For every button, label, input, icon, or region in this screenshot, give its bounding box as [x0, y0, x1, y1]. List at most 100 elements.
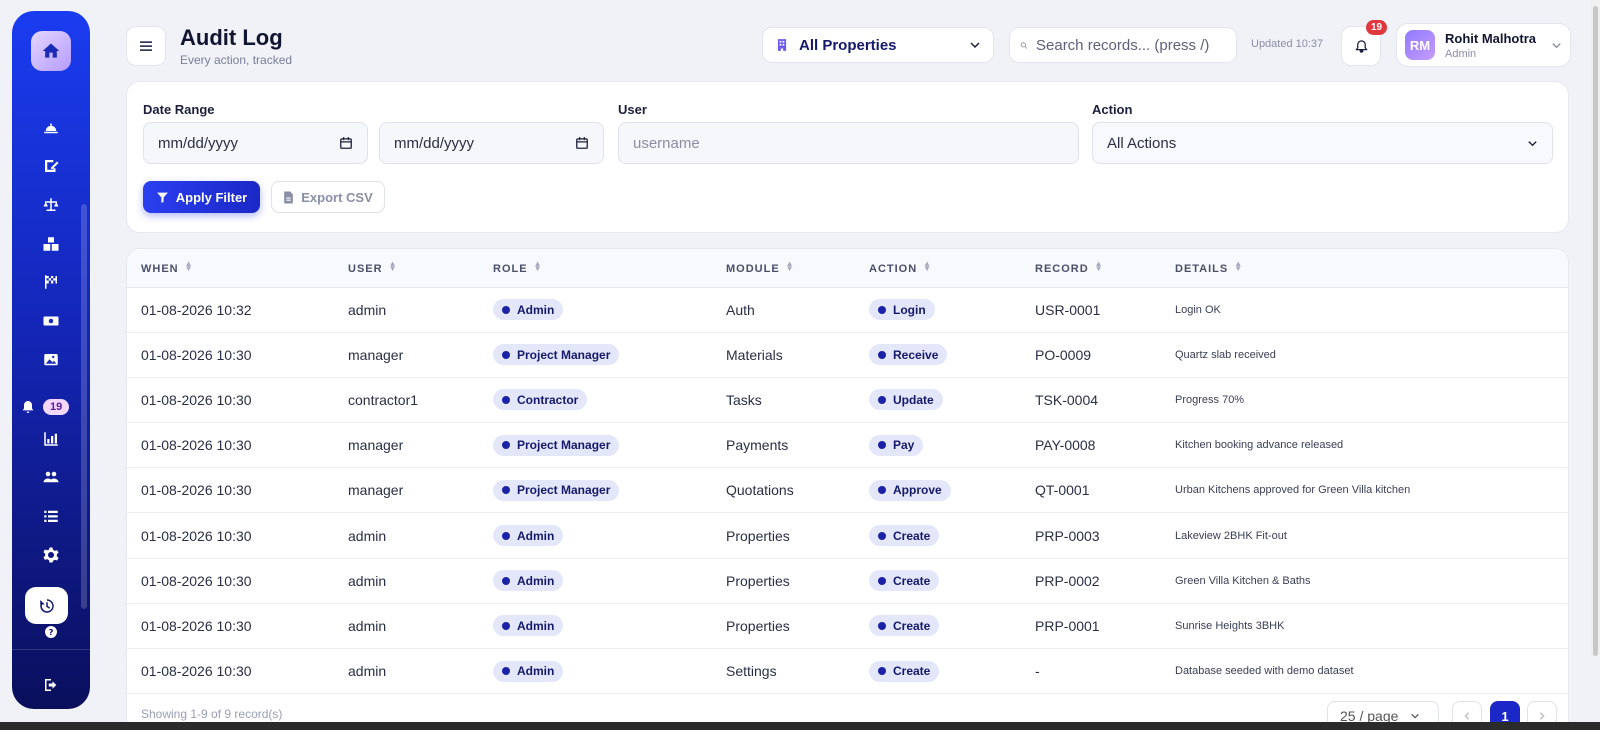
cell-record: TSK-0004 — [1035, 391, 1099, 408]
avatar: RM — [1405, 30, 1435, 60]
sidebar-scrollbar[interactable] — [81, 204, 87, 609]
date-from-input[interactable]: mm/dd/yyyy — [143, 122, 368, 164]
column-header-details[interactable]: DETAILS ▲ ▼ — [1161, 249, 1568, 288]
date-range-label: Date Range — [143, 102, 215, 117]
filter-panel: Date Range mm/dd/yyyy mm/dd/yyyy User us… — [126, 81, 1569, 233]
hamburger-icon — [140, 41, 152, 51]
list-icon[interactable] — [31, 502, 71, 530]
column-header-module[interactable]: MODULE ▲ ▼ — [712, 249, 855, 288]
gear-icon[interactable] — [31, 541, 71, 569]
column-header-action[interactable]: ACTION ▲ ▼ — [855, 249, 1021, 288]
cell-when: 01-08-2026 10:30 — [141, 437, 252, 454]
table-row[interactable]: 01-08-2026 10:30 admin Admin Settings Cr… — [127, 649, 1568, 694]
column-header-record[interactable]: RECORD ▲ ▼ — [1021, 249, 1161, 288]
search-input[interactable] — [1036, 36, 1226, 54]
page-subtitle: Every action, tracked — [180, 53, 293, 67]
cell-details: Login OK — [1175, 303, 1221, 316]
role-badge: Admin — [493, 299, 564, 321]
money-icon[interactable] — [31, 307, 71, 335]
property-selector-value: All Properties — [799, 36, 897, 54]
user-menu[interactable]: RM Rohit Malhotra Admin — [1396, 23, 1571, 67]
sidebar-item-notifications[interactable]: 19 — [20, 393, 84, 421]
table-header-row: WHEN ▲ ▼ USER ▲ ▼ ROLE ▲ ▼ MODULE ▲ ▼ ACTION ▲ ▼ R… — [127, 249, 1568, 288]
role-badge: Project Manager — [493, 344, 620, 366]
cell-module: Settings — [726, 663, 777, 680]
cell-record: PRP-0003 — [1035, 527, 1100, 544]
images-icon[interactable] — [31, 346, 71, 374]
column-header-when[interactable]: WHEN ▲ ▼ — [127, 249, 334, 288]
table-row[interactable]: 01-08-2026 10:30 admin Admin Properties … — [127, 513, 1568, 559]
table-row[interactable]: 01-08-2026 10:30 manager Project Manager… — [127, 332, 1568, 378]
action-badge: Login — [869, 299, 935, 321]
checkered-flag-icon[interactable] — [31, 268, 71, 296]
chevron-down-icon — [1411, 713, 1420, 719]
table-row[interactable]: 01-08-2026 10:30 admin Admin Properties … — [127, 558, 1568, 604]
edit-icon[interactable] — [31, 152, 71, 180]
action-badge: Pay — [869, 434, 924, 456]
page-title: Audit Log — [180, 25, 283, 50]
boxes-icon[interactable] — [31, 230, 71, 258]
sort-icon: ▲ ▼ — [388, 258, 398, 273]
role-badge: Admin — [493, 525, 564, 547]
cell-when: 01-08-2026 10:30 — [141, 572, 252, 589]
cell-details: Urban Kitchens approved for Green Villa … — [1175, 484, 1411, 497]
helmet-icon[interactable] — [31, 114, 71, 142]
action-badge: Approve — [869, 479, 951, 501]
cell-module: Quotations — [726, 482, 794, 499]
table-row[interactable]: 01-08-2026 10:30 manager Project Manager… — [127, 468, 1568, 513]
cell-user: admin — [348, 527, 387, 544]
bell-icon — [1354, 39, 1368, 53]
column-header-user[interactable]: USER ▲ ▼ — [334, 249, 479, 288]
table-row[interactable]: 01-08-2026 10:32 admin Admin Auth Login … — [127, 287, 1568, 333]
bell-icon — [22, 401, 34, 413]
search-box[interactable] — [1009, 27, 1237, 63]
cell-record: PRP-0001 — [1035, 617, 1100, 634]
table-row[interactable]: 01-08-2026 10:30 manager Project Manager… — [127, 423, 1568, 468]
user-role: Admin — [1445, 47, 1477, 60]
role-badge: Admin — [493, 615, 564, 637]
page-scrollbar-thumb[interactable] — [1593, 6, 1598, 656]
menu-toggle-button[interactable] — [126, 26, 166, 66]
column-header-role[interactable]: ROLE ▲ ▼ — [479, 249, 712, 288]
sort-icon: ▲ ▼ — [923, 258, 933, 273]
username-placeholder: username — [633, 134, 700, 152]
export-csv-button[interactable]: Export CSV — [271, 181, 385, 213]
table-row[interactable]: 01-08-2026 10:30 admin Admin Properties … — [127, 603, 1568, 649]
sidebar-divider — [12, 649, 90, 650]
role-badge: Admin — [493, 570, 564, 592]
cell-module: Properties — [726, 572, 790, 589]
sort-icon: ▲ ▼ — [1094, 258, 1104, 273]
cell-details: Kitchen booking advance released — [1175, 439, 1344, 452]
cell-when: 01-08-2026 10:30 — [141, 527, 252, 544]
svg-text:?: ? — [49, 627, 54, 637]
chevron-right-icon — [1539, 712, 1545, 720]
action-badge: Create — [869, 570, 940, 592]
users-icon[interactable] — [31, 463, 71, 491]
calendar-icon[interactable] — [339, 136, 353, 150]
building-icon — [777, 39, 787, 51]
cell-when: 01-08-2026 10:32 — [141, 301, 252, 318]
scale-icon[interactable] — [31, 191, 71, 219]
help-icon[interactable]: ? — [31, 618, 71, 646]
table-row[interactable]: 01-08-2026 10:30 contractor1 Contractor … — [127, 377, 1568, 423]
file-csv-icon — [284, 191, 294, 203]
chart-icon[interactable] — [31, 425, 71, 453]
username-input[interactable]: username — [618, 122, 1079, 164]
cell-when: 01-08-2026 10:30 — [141, 663, 252, 680]
role-badge: Project Manager — [493, 479, 620, 501]
calendar-icon[interactable] — [575, 136, 589, 150]
cell-record: PO-0009 — [1035, 346, 1092, 363]
home-icon[interactable] — [31, 31, 71, 71]
property-selector[interactable]: All Properties — [762, 27, 994, 63]
cell-when: 01-08-2026 10:30 — [141, 482, 252, 499]
date-to-input[interactable]: mm/dd/yyyy — [379, 122, 604, 164]
cell-details: Green Villa Kitchen & Baths — [1175, 574, 1311, 587]
cell-details: Lakeview 2BHK Fit-out — [1175, 529, 1287, 542]
logout-icon[interactable] — [31, 671, 71, 699]
search-icon — [1020, 41, 1028, 49]
apply-filter-button[interactable]: Apply Filter — [143, 181, 260, 213]
notification-badge: 19 — [43, 399, 70, 415]
apply-filter-label: Apply Filter — [175, 189, 248, 205]
action-select[interactable]: All Actions — [1092, 122, 1553, 164]
date-to-value: mm/dd/yyyy — [394, 134, 475, 152]
